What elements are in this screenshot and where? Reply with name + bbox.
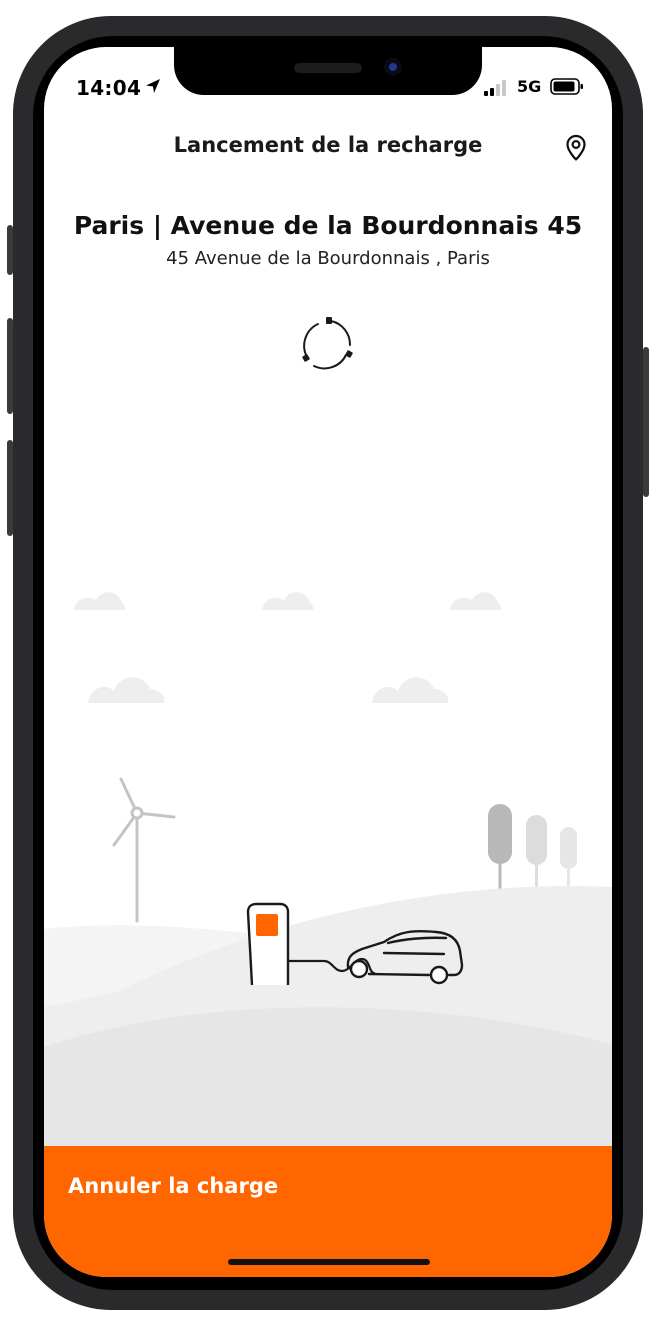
power-button [643, 347, 649, 497]
station-address: 45 Avenue de la Bourdonnais , Paris [166, 248, 490, 269]
cancel-charge-button[interactable] [44, 1146, 612, 1277]
charging-connector-spinner-icon [302, 317, 353, 370]
map-pin-icon[interactable] [565, 134, 587, 162]
notch [174, 47, 482, 95]
app-screen: 14:04 5G Lancement de la recharge Paris … [44, 47, 612, 1277]
volume-up-button [7, 318, 13, 414]
status-time: 14:04 [76, 76, 142, 100]
earpiece-speaker [294, 63, 362, 73]
front-camera [384, 58, 402, 76]
cancel-charge-label[interactable]: Annuler la charge [68, 1174, 278, 1198]
charging-scene-illustration [44, 567, 612, 1147]
location-arrow-icon [146, 79, 160, 93]
network-type: 5G [517, 77, 542, 96]
volume-down-button [7, 440, 13, 536]
mute-switch [7, 225, 13, 275]
home-indicator[interactable] [228, 1259, 430, 1265]
page-title: Lancement de la recharge [173, 133, 483, 157]
station-name: Paris | Avenue de la Bourdonnais 45 [73, 211, 583, 240]
battery-icon [550, 78, 583, 95]
signal-strength-icon [484, 80, 506, 96]
